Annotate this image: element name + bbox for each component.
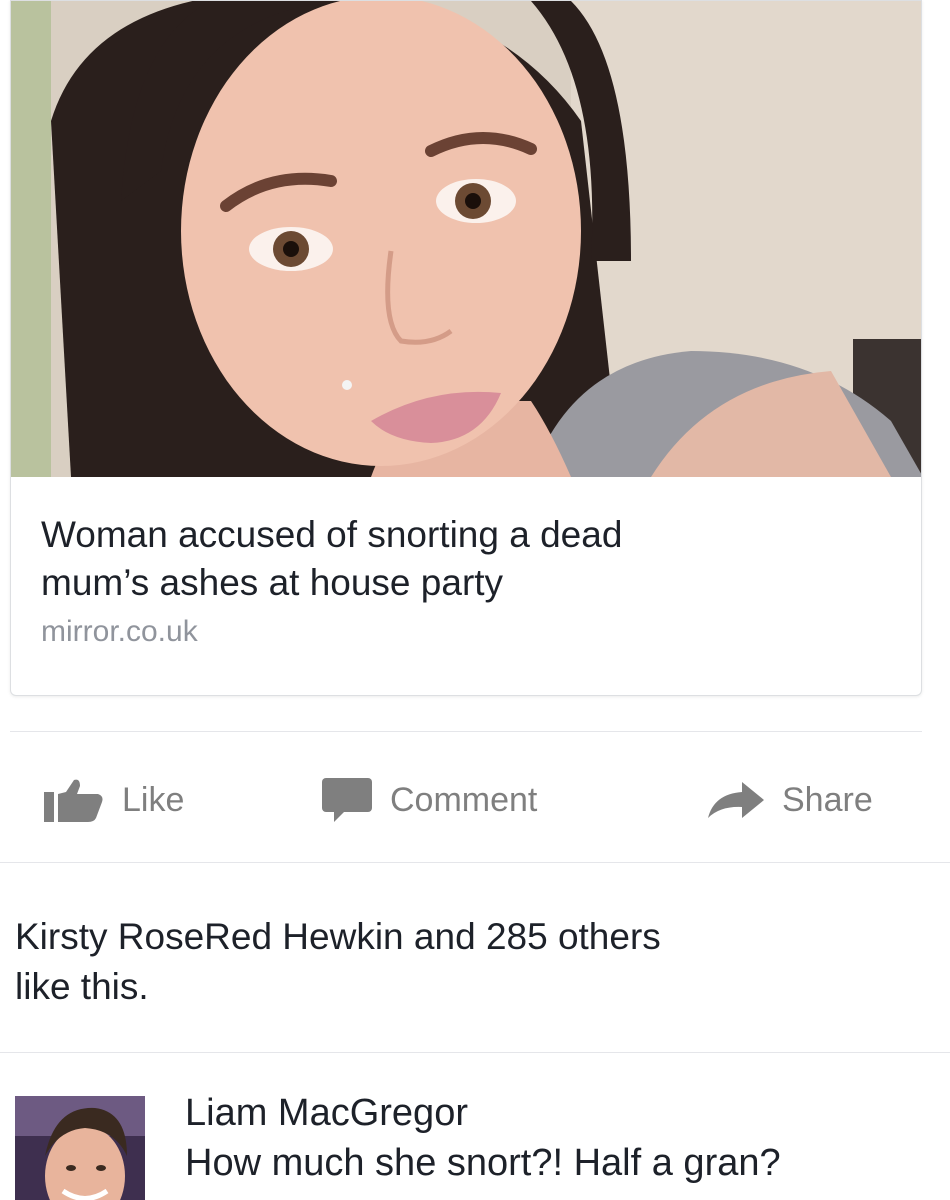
divider: [10, 731, 922, 732]
divider: [0, 862, 950, 863]
share-button[interactable]: Share: [706, 760, 873, 840]
avatar[interactable]: [15, 1096, 145, 1200]
comment-item: Liam MacGregor How much she snort?! Half…: [15, 1090, 945, 1200]
article-domain: mirror.co.uk: [41, 615, 198, 648]
likes-summary[interactable]: Kirsty RoseRed Hewkin and 285 others lik…: [15, 912, 925, 1012]
like-button[interactable]: Like: [42, 760, 184, 840]
comment-bubble-icon: [320, 776, 374, 824]
comment-button[interactable]: Comment: [320, 760, 537, 840]
link-preview-card[interactable]: Woman accused of snorting a dead mum’s a…: [10, 0, 922, 696]
comment-text: How much she snort?! Half a gran?: [185, 1142, 781, 1184]
likes-and-text: and: [403, 916, 486, 957]
headline-line: Woman accused of snorting a dead: [41, 514, 623, 555]
article-headline[interactable]: Woman accused of snorting a dead mum’s a…: [41, 511, 891, 607]
like-label: Like: [122, 780, 185, 819]
thumbs-up-icon: [42, 778, 106, 822]
comment-label: Comment: [390, 780, 538, 819]
article-photo[interactable]: [11, 1, 921, 477]
divider: [0, 1052, 950, 1053]
commenter-name[interactable]: Liam MacGregor: [185, 1090, 468, 1136]
share-label: Share: [782, 780, 873, 819]
share-arrow-icon: [706, 780, 766, 820]
action-bar: Like Comment Share: [0, 760, 950, 840]
likes-suffix: like this.: [15, 966, 149, 1007]
link-preview-text[interactable]: Woman accused of snorting a dead mum’s a…: [41, 511, 891, 649]
others-link[interactable]: 285 others: [486, 916, 661, 957]
headline-line: mum’s ashes at house party: [41, 562, 504, 603]
liker-name-link[interactable]: Kirsty RoseRed Hewkin: [15, 916, 404, 957]
